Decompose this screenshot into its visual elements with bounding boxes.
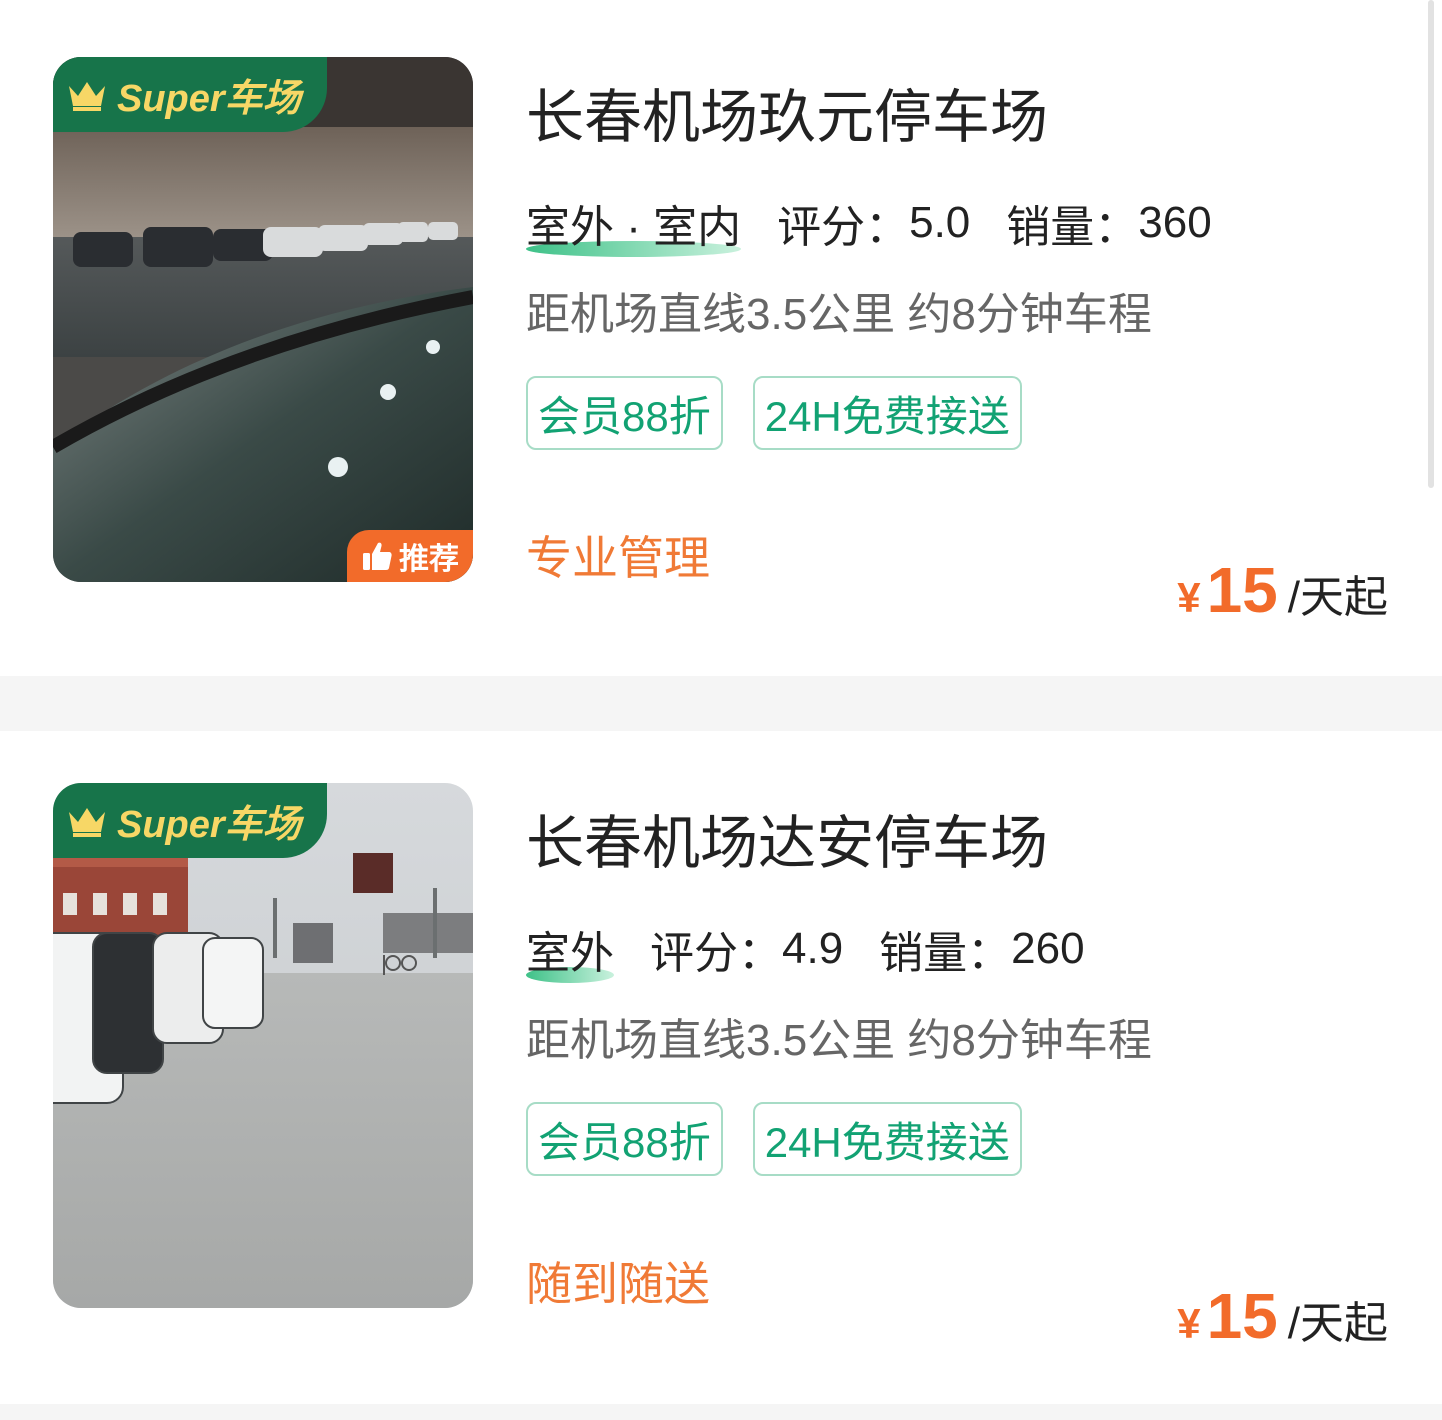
price-unit: /天起 bbox=[1287, 573, 1388, 622]
rating-value: 5.0 bbox=[909, 198, 971, 247]
super-parking-badge: Super车场 bbox=[53, 57, 327, 132]
price-value: 15 bbox=[1206, 554, 1278, 626]
parking-listing-card[interactable]: Super车场 推荐 长春机场玖元停车场 室外 · 室内 评分： 5.0 销量：… bbox=[0, 0, 1442, 676]
parking-meta-row: 室外 · 室内 评分： 5.0 销量： 360 bbox=[526, 191, 1212, 257]
distance-info: 距机场直线3.5公里 约8分钟车程 bbox=[526, 1016, 1152, 1065]
parking-name[interactable]: 长春机场玖元停车场 bbox=[526, 70, 1048, 154]
place-type: 室外 · 室内 bbox=[526, 191, 742, 257]
price: ¥ 15 /天起 bbox=[1177, 1279, 1388, 1353]
parking-name[interactable]: 长春机场达安停车场 bbox=[526, 796, 1048, 880]
tag-member-discount: 会员88折 bbox=[526, 376, 723, 450]
outdoor-lot-image bbox=[53, 783, 473, 1308]
feature-highlight: 专业管理 bbox=[526, 532, 710, 584]
parking-photo[interactable]: Super车场 bbox=[53, 783, 473, 1308]
distance-info: 距机场直线3.5公里 约8分钟车程 bbox=[526, 290, 1152, 339]
place-type: 室外 bbox=[526, 917, 614, 983]
tag-free-shuttle: 24H免费接送 bbox=[752, 376, 1022, 450]
tag-free-shuttle: 24H免费接送 bbox=[752, 1102, 1022, 1176]
parking-listing-card[interactable]: Super车场 长春机场达安停车场 室外 评分： 4.9 销量： 260 距机场… bbox=[0, 731, 1442, 1407]
indoor-garage-image bbox=[53, 57, 473, 582]
recommend-badge: 推荐 bbox=[347, 530, 473, 582]
price-value: 15 bbox=[1206, 1280, 1278, 1352]
thumbs-up-icon bbox=[363, 542, 392, 570]
rating-label: 评分： bbox=[777, 203, 910, 252]
super-parking-badge: Super车场 bbox=[53, 783, 327, 858]
tag-member-discount: 会员88折 bbox=[526, 1102, 723, 1176]
super-badge-label: Super车场 bbox=[117, 78, 301, 120]
crown-icon bbox=[69, 81, 105, 111]
sales-value: 360 bbox=[1138, 198, 1212, 247]
sales-value: 260 bbox=[1011, 924, 1085, 973]
card-divider bbox=[0, 676, 1442, 731]
feature-highlight: 随到随送 bbox=[526, 1258, 710, 1310]
price-currency: ¥ bbox=[1177, 574, 1201, 621]
crown-icon bbox=[69, 807, 105, 837]
price-unit: /天起 bbox=[1287, 1299, 1388, 1348]
sales-label: 销量： bbox=[879, 929, 1012, 978]
scrollbar[interactable] bbox=[1428, 0, 1434, 488]
tag-list: 会员88折 24H免费接送 bbox=[526, 376, 1052, 450]
tag-list: 会员88折 24H免费接送 bbox=[526, 1102, 1052, 1176]
super-badge-label: Super车场 bbox=[117, 804, 301, 846]
parking-photo[interactable]: Super车场 推荐 bbox=[53, 57, 473, 582]
recommend-label: 推荐 bbox=[399, 543, 459, 576]
rating-value: 4.9 bbox=[782, 924, 844, 973]
parking-meta-row: 室外 评分： 4.9 销量： 260 bbox=[526, 917, 1085, 983]
price-currency: ¥ bbox=[1177, 1300, 1201, 1347]
price: ¥ 15 /天起 bbox=[1177, 553, 1388, 627]
rating-label: 评分： bbox=[650, 929, 782, 978]
sales-label: 销量： bbox=[1006, 203, 1139, 252]
card-divider bbox=[0, 1404, 1442, 1420]
